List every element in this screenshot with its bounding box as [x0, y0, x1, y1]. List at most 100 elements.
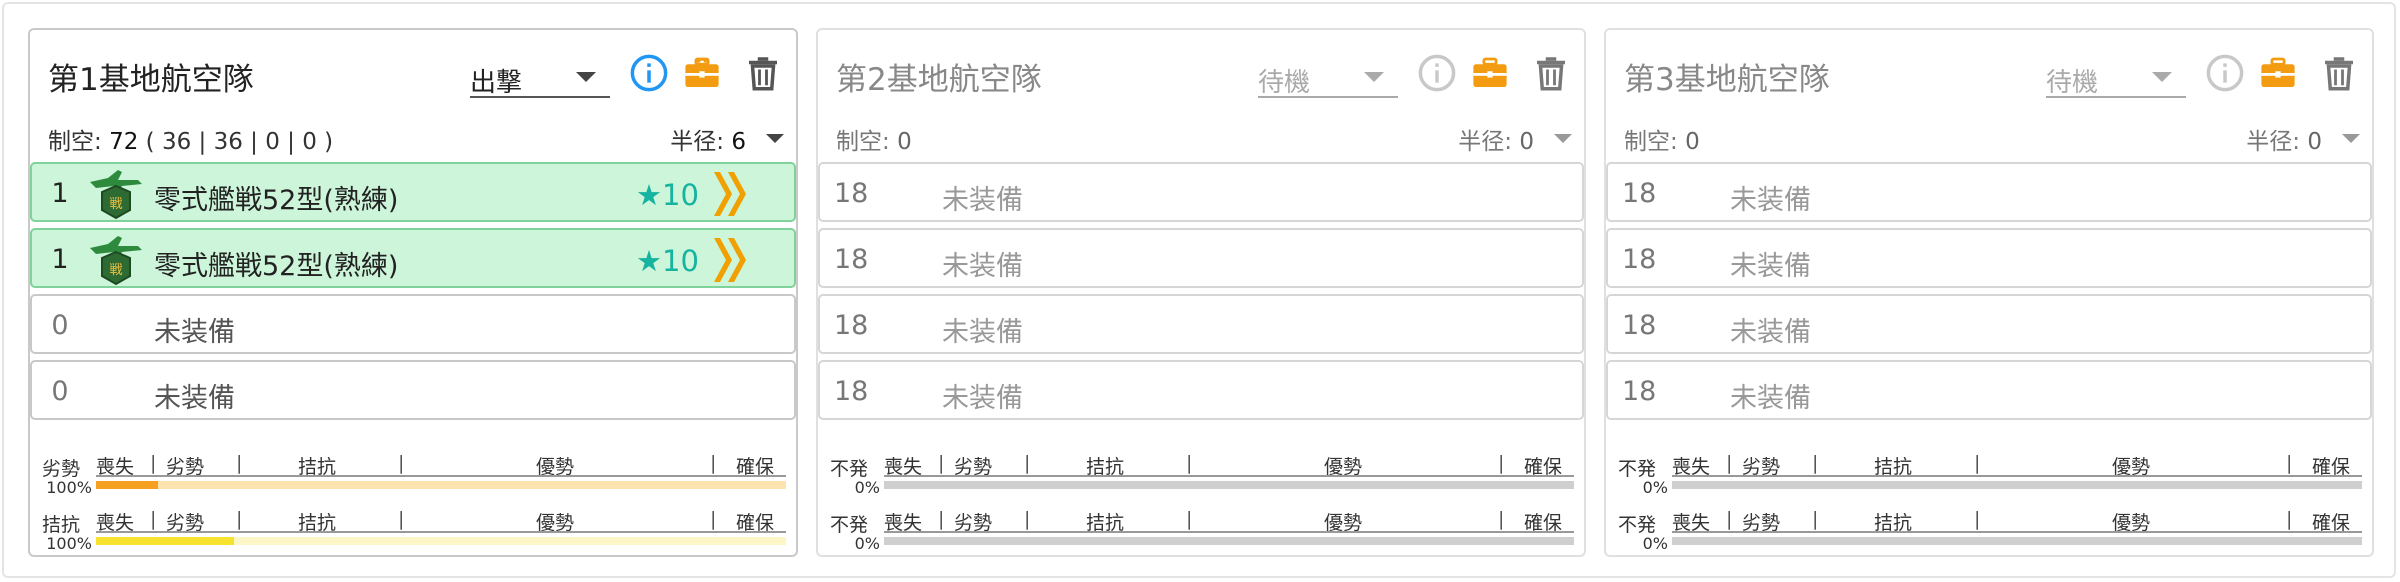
equipment-slot[interactable]: 18 未装備 — [818, 228, 1584, 288]
radius-value: 0 — [1519, 129, 1534, 155]
card-header: 第2基地航空隊 待機 — [818, 30, 1584, 120]
card-title: 第3基地航空隊 — [1624, 62, 1830, 98]
scale-separator: | — [398, 508, 405, 530]
briefcase-icon[interactable] — [681, 52, 723, 94]
chevron-down-icon — [2152, 72, 2172, 82]
air-state-label: 不発 — [830, 514, 869, 536]
info-icon[interactable] — [2204, 52, 2246, 94]
air-state-percent: 100% — [46, 534, 92, 553]
briefcase-icon[interactable] — [2257, 52, 2299, 94]
air-state-label: 拮抗 — [42, 514, 81, 536]
stats-row: 制空: 72 ( 36 | 36 | 0 | 0 ) 半径: 6 — [48, 122, 788, 162]
air-state-percent: 100% — [46, 478, 92, 497]
slot-count: 18 — [834, 244, 869, 275]
equipment-slot[interactable]: 18 未装備 — [1606, 228, 2372, 288]
info-icon[interactable] — [1416, 52, 1458, 94]
radius-select[interactable]: 半径: 6 — [670, 122, 788, 156]
scale-separator: | — [236, 508, 243, 530]
scale-separator: | — [150, 452, 157, 474]
equipment-slot[interactable]: 0 未装備 — [30, 360, 796, 420]
air-base-card-1: 第1基地航空隊 出撃 制空: 72 (36 | 36 | 0 | 0) 半径… — [28, 28, 798, 557]
scale-separator: | — [1812, 508, 1819, 530]
card-header: 第1基地航空隊 出撃 — [30, 30, 796, 120]
scale-separator: | — [1726, 452, 1733, 474]
radius-select[interactable]: 半径: 0 — [2246, 122, 2364, 156]
radius-value: 6 — [731, 129, 746, 155]
chevron-down-icon — [2342, 134, 2360, 143]
equipment-slot[interactable]: 18 未装備 — [818, 162, 1584, 222]
scale-separator: | — [1498, 508, 1505, 530]
scale-separator: | — [1186, 452, 1193, 474]
scale-separator: | — [2286, 452, 2293, 474]
equipment-name: 未装備 — [154, 317, 235, 348]
air-state-bar: 拮抗 100% 喪失 | 劣勢 | 拮抗 | 優勢 | 確保 — [30, 504, 796, 558]
scale-line — [1672, 531, 2362, 533]
equipment-slot[interactable]: 18 未装備 — [1606, 162, 2372, 222]
air-state-label: 不発 — [830, 458, 869, 480]
stats-row: 制空: 0 半径: 0 — [1624, 122, 2364, 162]
mode-select[interactable]: 出撃 — [470, 56, 610, 98]
equipment-slot[interactable]: 1 戦 零式艦戦52型(熟練) ★10 — [30, 162, 796, 222]
scale-separator: | — [1974, 508, 1981, 530]
air-base-panel: 第1基地航空隊 出撃 制空: 72 (36 | 36 | 0 | 0) 半径… — [2, 2, 2396, 578]
scale-separator: | — [1974, 452, 1981, 474]
air-power: 制空: 0 — [836, 122, 912, 156]
slot-count: 0 — [51, 310, 69, 341]
equipment-slot[interactable]: 18 未装備 — [818, 360, 1584, 420]
mode-select[interactable]: 待機 — [2046, 56, 2186, 98]
slot-count: 18 — [1622, 310, 1657, 341]
scale-separator: | — [1498, 452, 1505, 474]
air-state-label: 劣勢 — [42, 458, 81, 480]
slot-count: 18 — [1622, 376, 1657, 407]
proficiency-chevron-icon — [714, 172, 746, 216]
svg-text:戦: 戦 — [109, 263, 122, 278]
mode-value: 待機 — [1258, 68, 1311, 98]
slot-count: 18 — [834, 178, 869, 209]
scale-separator: | — [1812, 452, 1819, 474]
scale-separator: | — [1186, 508, 1193, 530]
air-power-detail: ( 36 | 36 | 0 | 0 ) — [138, 129, 334, 155]
fighter-plane-icon: 戦 — [90, 236, 142, 286]
air-state-percent: 0% — [854, 478, 880, 497]
equipment-slot[interactable]: 0 未装備 — [30, 294, 796, 354]
equipment-name: 未装備 — [1730, 383, 1811, 414]
slot-count: 18 — [1622, 244, 1657, 275]
radius-label: 半径: — [670, 129, 732, 155]
equipment-slot[interactable]: 18 未装備 — [1606, 294, 2372, 354]
equipment-name: 零式艦戦52型(熟練) — [154, 185, 399, 216]
card-title: 第2基地航空隊 — [836, 62, 1042, 98]
air-base-card-2: 第2基地航空隊 待機 制空: 0 半径: 0 18 未装備 18 未装備 18 … — [816, 28, 1586, 557]
trash-icon[interactable] — [2318, 52, 2360, 94]
scale-separator: | — [1024, 508, 1031, 530]
air-state-bar: 不発 0% 喪失 | 劣勢 | 拮抗 | 優勢 | 確保 — [818, 448, 1584, 502]
svg-text:戦: 戦 — [109, 197, 122, 212]
chevron-down-icon — [766, 134, 784, 143]
trash-icon[interactable] — [742, 52, 784, 94]
equipment-slot[interactable]: 1 戦 零式艦戦52型(熟練) ★10 — [30, 228, 796, 288]
equipment-name: 未装備 — [1730, 251, 1811, 282]
equipment-name: 零式艦戦52型(熟練) — [154, 251, 399, 282]
air-state-label: 不発 — [1618, 458, 1657, 480]
scale-line — [96, 531, 786, 533]
bar-fill — [96, 481, 159, 489]
trash-icon[interactable] — [1530, 52, 1572, 94]
bar-track — [96, 481, 786, 489]
equipment-slot[interactable]: 18 未装備 — [818, 294, 1584, 354]
briefcase-icon[interactable] — [1469, 52, 1511, 94]
equipment-slot[interactable]: 18 未装備 — [1606, 360, 2372, 420]
mode-select[interactable]: 待機 — [1258, 56, 1398, 98]
bar-track — [96, 537, 786, 545]
equipment-name: 未装備 — [154, 383, 235, 414]
bar-track — [884, 537, 1574, 545]
info-icon[interactable] — [628, 52, 670, 94]
radius-label: 半径: — [2246, 129, 2308, 155]
air-state-bar: 不発 0% 喪失 | 劣勢 | 拮抗 | 優勢 | 確保 — [1606, 504, 2372, 558]
slot-count: 18 — [834, 376, 869, 407]
scale-line — [884, 475, 1574, 477]
scale-line — [1672, 475, 2362, 477]
equipment-name: 未装備 — [942, 185, 1023, 216]
air-power: 制空: 0 — [1624, 122, 1700, 156]
radius-select[interactable]: 半径: 0 — [1458, 122, 1576, 156]
air-state-percent: 0% — [1642, 478, 1668, 497]
proficiency-chevron-icon — [714, 238, 746, 282]
